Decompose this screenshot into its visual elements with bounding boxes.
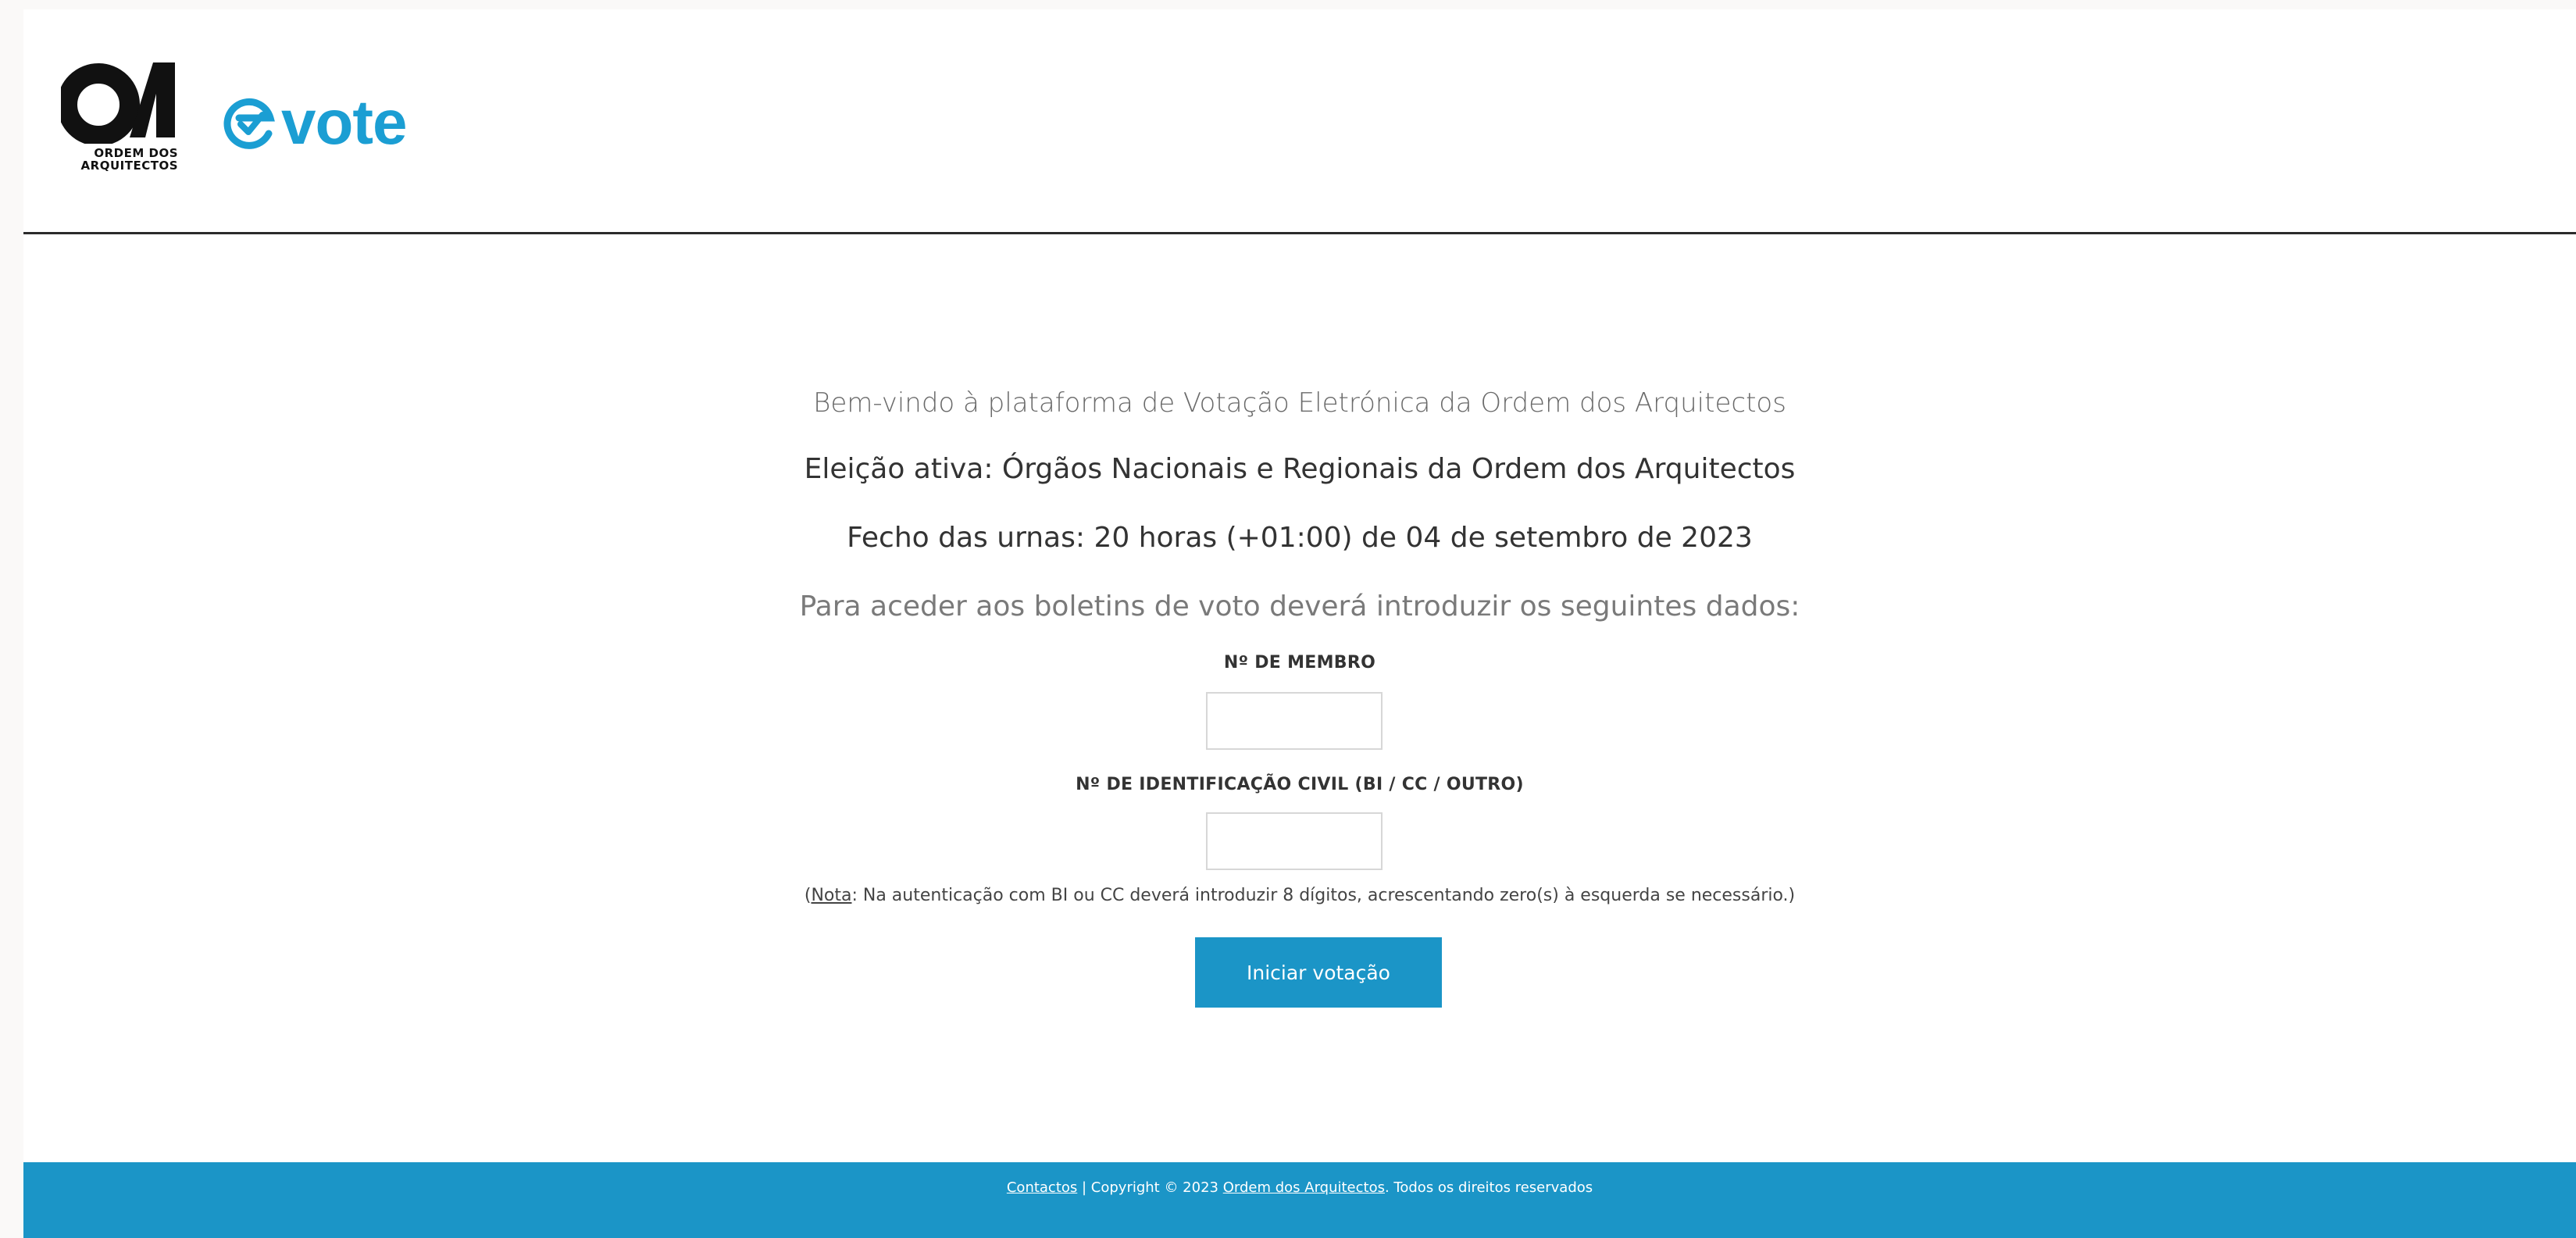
contacts-link[interactable]: Contactos — [1007, 1179, 1077, 1196]
org-name: ORDEM DOS ARQUITECTOS — [61, 147, 178, 172]
poll-closing-text: Fecho das urnas: 20 horas (+01:00) de 04… — [847, 522, 1753, 554]
page: ORDEM DOS ARQUITECTOS vote Bem-vindo à p… — [23, 9, 2576, 1238]
rights-text: . Todos os direitos reservados — [1384, 1179, 1593, 1196]
header: ORDEM DOS ARQUITECTOS vote — [23, 9, 2576, 234]
copyright-text: | Copyright © 2023 — [1077, 1179, 1223, 1196]
active-election-text: Eleição ativa: Órgãos Nacionais e Region… — [804, 453, 1796, 485]
note-label: Nota — [811, 886, 852, 905]
org-name-line1: ORDEM DOS — [94, 146, 178, 160]
product-name: vote — [281, 87, 407, 157]
footer: Contactos | Copyright © 2023 Ordem dos A… — [23, 1162, 2576, 1238]
civil-id-input[interactable] — [1206, 812, 1383, 870]
member-number-input[interactable] — [1206, 692, 1383, 750]
evote-logo[interactable]: vote — [222, 87, 407, 158]
welcome-text: Bem-vindo à plataforma de Votação Eletró… — [813, 387, 1786, 419]
login-panel: Bem-vindo à plataforma de Votação Eletró… — [23, 234, 2576, 1172]
start-voting-button[interactable]: Iniciar votação — [1195, 937, 1442, 1008]
instruction-text: Para aceder aos boletins de voto deverá … — [799, 590, 1800, 623]
oa-logo-mark-icon — [61, 62, 175, 144]
ordem-dos-arquitectos-logo[interactable]: ORDEM DOS ARQUITECTOS — [61, 56, 186, 189]
org-name-line2: ARQUITECTOS — [80, 159, 178, 173]
member-number-label: Nº DE MEMBRO — [1223, 653, 1376, 673]
civil-id-label: Nº DE IDENTIFICAÇÃO CIVIL (BI / CC / OUT… — [1076, 775, 1524, 794]
evote-check-e-icon — [223, 98, 275, 149]
ordem-dos-arquitectos-link[interactable]: Ordem dos Arquitectos — [1223, 1179, 1385, 1196]
note-text: : Na autenticação com BI ou CC deverá in… — [851, 886, 1796, 905]
authentication-note: (Nota: Na autenticação com BI ou CC deve… — [23, 886, 2576, 905]
